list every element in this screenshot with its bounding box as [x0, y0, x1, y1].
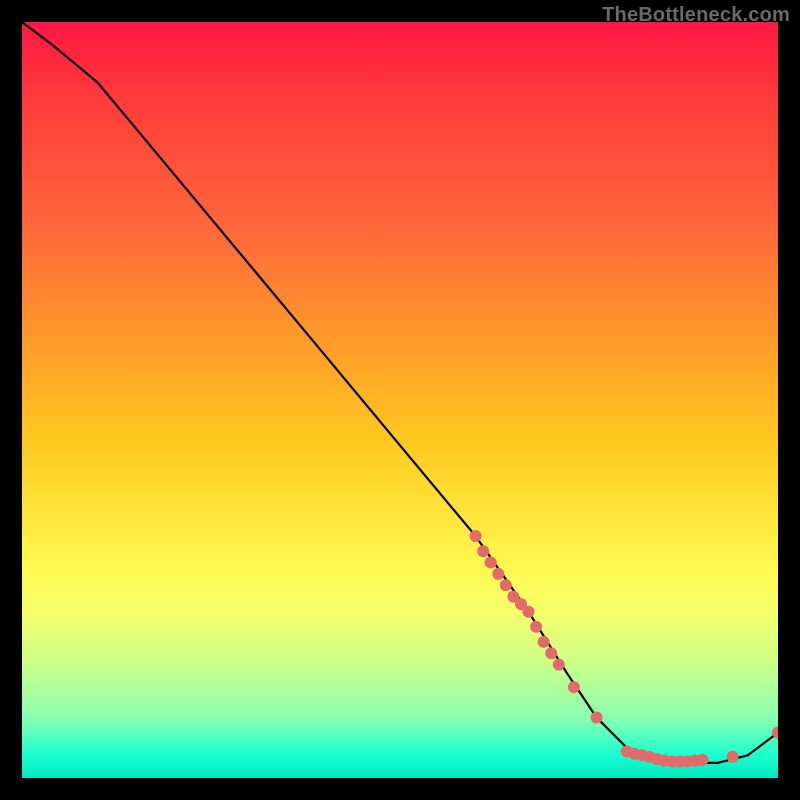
scatter-dot — [568, 681, 580, 693]
scatter-dot — [477, 545, 489, 557]
chart-svg — [22, 22, 778, 778]
chart-plot-area — [22, 22, 778, 778]
scatter-dot — [545, 647, 557, 659]
scatter-dot — [538, 636, 550, 648]
scatter-dot — [696, 754, 708, 766]
scatter-dot — [500, 579, 512, 591]
chart-stage: TheBottleneck.com — [0, 0, 800, 800]
scatter-dot — [530, 621, 542, 633]
scatter-dot — [485, 557, 497, 569]
scatter-group — [470, 530, 778, 767]
scatter-dot — [523, 606, 535, 618]
scatter-dot — [492, 568, 504, 580]
scatter-dot — [470, 530, 482, 542]
scatter-dot — [591, 712, 603, 724]
scatter-dot — [553, 659, 565, 671]
scatter-dot — [727, 751, 739, 763]
curve-path — [22, 22, 778, 763]
watermark-text: TheBottleneck.com — [602, 4, 790, 27]
